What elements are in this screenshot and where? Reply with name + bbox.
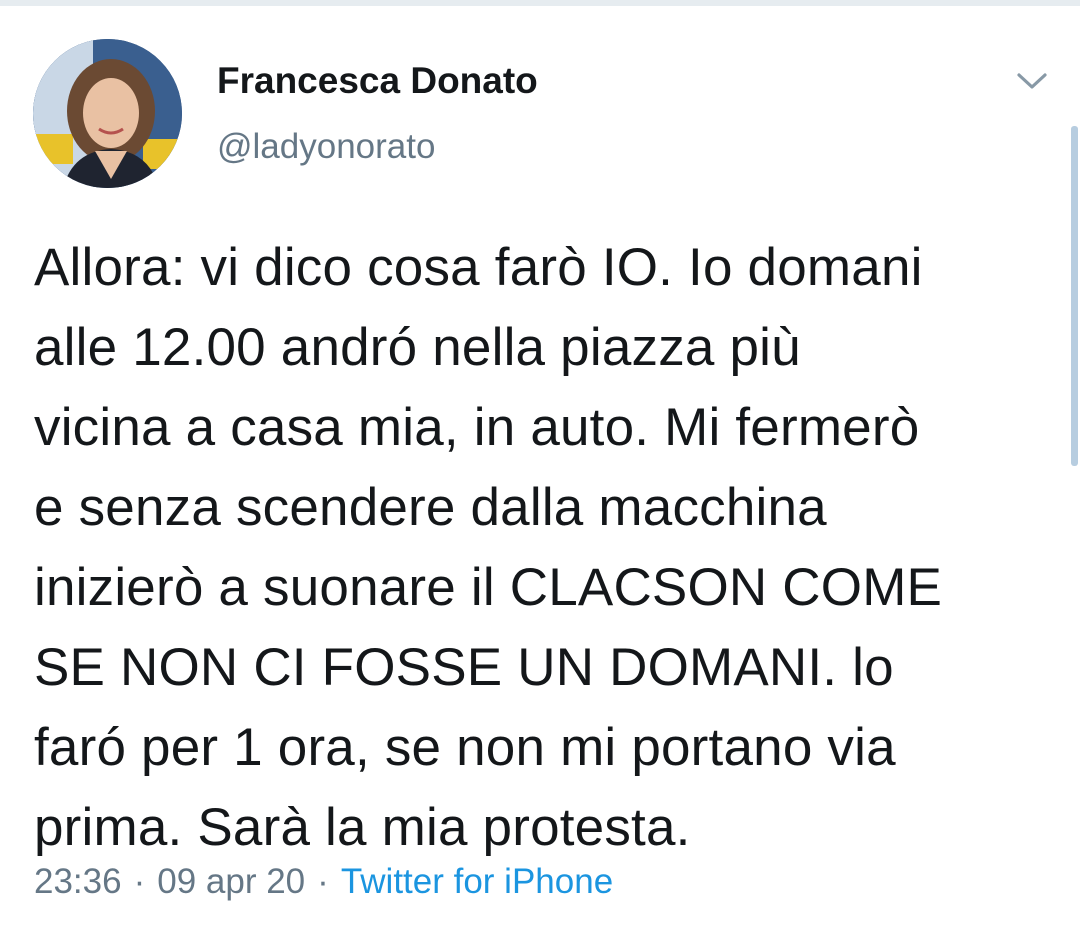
- chevron-down-icon[interactable]: [1012, 64, 1052, 98]
- profile-photo-icon: [33, 39, 182, 188]
- tweet-time: 23:36: [34, 862, 122, 901]
- meta-separator: ·: [317, 862, 329, 901]
- tweet-text: Allora: vi dico cosa farò IO. Io domani …: [34, 238, 943, 857]
- scrollbar[interactable]: [1071, 126, 1078, 466]
- tweet-meta: 23:36 · 09 apr 20 · Twitter for iPhone: [34, 862, 613, 902]
- author-handle[interactable]: @ladyonorato: [217, 127, 435, 167]
- author-display-name[interactable]: Francesca Donato: [217, 60, 538, 102]
- tweet-source-link[interactable]: Twitter for iPhone: [341, 862, 613, 902]
- tweet-date: 09 apr 20: [157, 862, 306, 901]
- avatar[interactable]: [33, 39, 182, 188]
- top-divider: [0, 0, 1080, 6]
- meta-separator: ·: [133, 862, 146, 901]
